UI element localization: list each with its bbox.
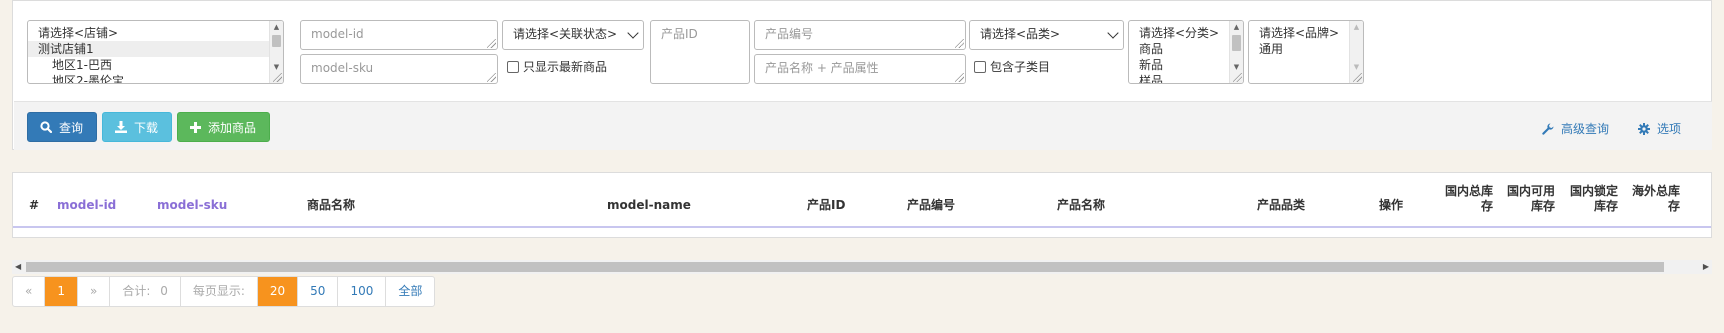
download-icon [115, 121, 127, 133]
include-subcategory-checkbox[interactable]: 包含子类目 [974, 58, 1050, 75]
download-label: 下载 [134, 120, 159, 135]
scroll-down-icon[interactable]: ▼ [1350, 61, 1363, 73]
search-icon [40, 121, 52, 133]
only-latest-checkbox[interactable]: 只显示最新商品 [507, 58, 607, 75]
class-select[interactable]: 请选择<分类> 商品 新品 样品 ▲ ▼ [1128, 20, 1244, 84]
scroll-up-icon[interactable]: ▲ [1230, 21, 1243, 33]
scroll-thumb[interactable] [272, 35, 281, 47]
column-header-product-id: 产品ID [807, 198, 846, 212]
per-page-label: 每页显示: [181, 277, 258, 306]
resize-grip-icon[interactable] [487, 73, 496, 82]
column-header-index: # [29, 198, 40, 212]
chevron-down-icon [1107, 27, 1119, 39]
add-product-label: 添加商品 [208, 120, 257, 135]
horizontal-scroll-thumb[interactable] [26, 262, 1664, 272]
resize-grip-icon[interactable] [487, 39, 496, 48]
brand-option[interactable]: 请选择<品牌> [1249, 25, 1363, 41]
column-header-product-name: 产品名称 [1057, 198, 1106, 212]
model-id-input[interactable]: model-id [300, 20, 498, 50]
total-value: 0 [160, 284, 168, 298]
checkbox-box[interactable] [507, 60, 519, 73]
scroll-up-icon[interactable]: ▲ [1350, 21, 1363, 33]
resize-grip-icon[interactable] [1233, 73, 1242, 82]
shop-option[interactable]: 测试店铺1 [28, 41, 283, 57]
only-latest-label: 只显示最新商品 [523, 60, 608, 74]
column-header-domestic-available-stock: 国内可用库存 [1506, 184, 1555, 213]
product-code-input[interactable]: 产品编号 [754, 20, 966, 50]
shop-select[interactable]: 请选择<店铺> 测试店铺1 地区1-巴西 地区2-墨伦宝 ▲ ▼ [27, 20, 284, 84]
class-option[interactable]: 请选择<分类> [1129, 25, 1243, 41]
download-button[interactable]: 下载 [102, 112, 172, 142]
prev-page-button[interactable]: « [13, 277, 46, 306]
link-status-select[interactable]: 请选择<关联状态> [502, 20, 644, 50]
add-product-button[interactable]: 添加商品 [177, 112, 270, 142]
column-header-domestic-total-stock: 国内总库存 [1444, 184, 1493, 213]
category-value: 请选择<品类> [980, 27, 1061, 41]
column-header-overseas-total-stock: 海外总库存 [1631, 184, 1680, 213]
class-option[interactable]: 样品 [1129, 73, 1243, 83]
resize-grip-icon[interactable] [273, 73, 282, 82]
column-header-product-category: 产品品类 [1257, 198, 1306, 212]
shop-option[interactable]: 地区2-墨伦宝 [28, 73, 283, 83]
product-id-input[interactable]: 产品ID [650, 20, 750, 84]
product-name-input[interactable]: 产品名称 + 产品属性 [754, 54, 966, 84]
query-label: 查询 [59, 120, 84, 135]
scroll-down-icon[interactable]: ▼ [270, 61, 283, 73]
column-header-actions: 操作 [1379, 198, 1404, 212]
column-header-model-sku[interactable]: model-sku [157, 198, 227, 213]
shop-option[interactable]: 请选择<店铺> [28, 25, 283, 41]
column-header-goods-name: 商品名称 [307, 198, 356, 212]
chevron-down-icon [627, 27, 639, 39]
column-header-model-id[interactable]: model-id [57, 198, 116, 213]
total-label: 合计: [122, 284, 151, 298]
class-option[interactable]: 商品 [1129, 41, 1243, 57]
resize-grip-icon[interactable] [955, 73, 964, 82]
column-header-domestic-locked-stock: 国内锁定库存 [1569, 184, 1618, 213]
resize-grip-icon[interactable] [955, 39, 964, 48]
checkbox-box[interactable] [974, 60, 986, 73]
query-button[interactable]: 查询 [27, 112, 97, 142]
scroll-down-icon[interactable]: ▼ [1230, 61, 1243, 73]
brand-option[interactable]: 通用 [1249, 41, 1363, 57]
next-page-button[interactable]: » [78, 277, 111, 306]
scroll-thumb[interactable] [1232, 35, 1241, 51]
total-count: 合计: 0 [110, 277, 181, 306]
brand-select[interactable]: 请选择<品牌> 通用 ▲ ▼ [1248, 20, 1364, 84]
toolbar: 查询 下载 添加商品 高级查询 选项 [14, 101, 1712, 150]
resize-grip-icon[interactable] [1353, 73, 1362, 82]
wrench-icon [1542, 123, 1554, 135]
column-header-product-code: 产品编号 [907, 198, 956, 212]
page-size-20-button[interactable]: 20 [257, 277, 299, 306]
options-label: 选项 [1657, 122, 1682, 136]
data-table: # model-id model-sku 商品名称 model-name 产品I… [12, 172, 1712, 238]
page-size-50-button[interactable]: 50 [298, 277, 339, 306]
page-1-button[interactable]: 1 [45, 277, 78, 306]
scroll-right-icon[interactable]: ▶ [1703, 261, 1709, 273]
advanced-query-link[interactable]: 高级查询 [1542, 120, 1609, 137]
model-sku-input[interactable]: model-sku [300, 54, 498, 84]
scroll-up-icon[interactable]: ▲ [270, 21, 283, 33]
page-size-100-button[interactable]: 100 [338, 277, 387, 306]
plus-icon [190, 121, 201, 133]
link-status-value: 请选择<关联状态> [513, 27, 618, 41]
include-subcategory-label: 包含子类目 [990, 60, 1051, 74]
shop-option[interactable]: 地区1-巴西 [28, 57, 283, 73]
class-option[interactable]: 新品 [1129, 57, 1243, 73]
filter-panel: 请选择<店铺> 测试店铺1 地区1-巴西 地区2-墨伦宝 ▲ ▼ model-i… [12, 0, 1712, 150]
page-size-all-button[interactable]: 全部 [386, 277, 434, 306]
gear-icon [1638, 122, 1650, 135]
column-header-model-name: model-name [607, 198, 691, 212]
scroll-left-icon[interactable]: ◀ [15, 261, 21, 273]
advanced-query-label: 高级查询 [1561, 122, 1610, 136]
pagination: « 1 » 合计: 0 每页显示: 20 50 100 全部 [12, 276, 436, 307]
options-link[interactable]: 选项 [1638, 120, 1681, 137]
category-select[interactable]: 请选择<品类> [969, 20, 1124, 50]
table-header: # model-id model-sku 商品名称 model-name 产品I… [13, 173, 1711, 228]
horizontal-scrollbar[interactable]: ◀ ▶ [12, 260, 1712, 274]
